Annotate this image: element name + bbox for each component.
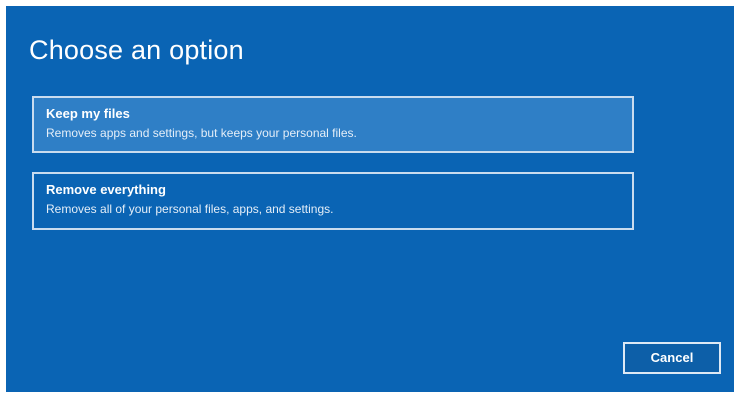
remove-everything-option[interactable]: Remove everything Removes all of your pe… bbox=[32, 172, 634, 230]
option-description: Removes apps and settings, but keeps you… bbox=[46, 126, 357, 140]
option-description: Removes all of your personal files, apps… bbox=[46, 202, 334, 216]
option-title: Keep my files bbox=[46, 106, 130, 121]
option-title: Remove everything bbox=[46, 182, 166, 197]
cancel-button[interactable]: Cancel bbox=[623, 342, 721, 374]
keep-my-files-option[interactable]: Keep my files Removes apps and settings,… bbox=[32, 96, 634, 153]
dialog-title: Choose an option bbox=[29, 35, 244, 65]
reset-pc-dialog: Choose an option Keep my files Removes a… bbox=[6, 6, 734, 392]
